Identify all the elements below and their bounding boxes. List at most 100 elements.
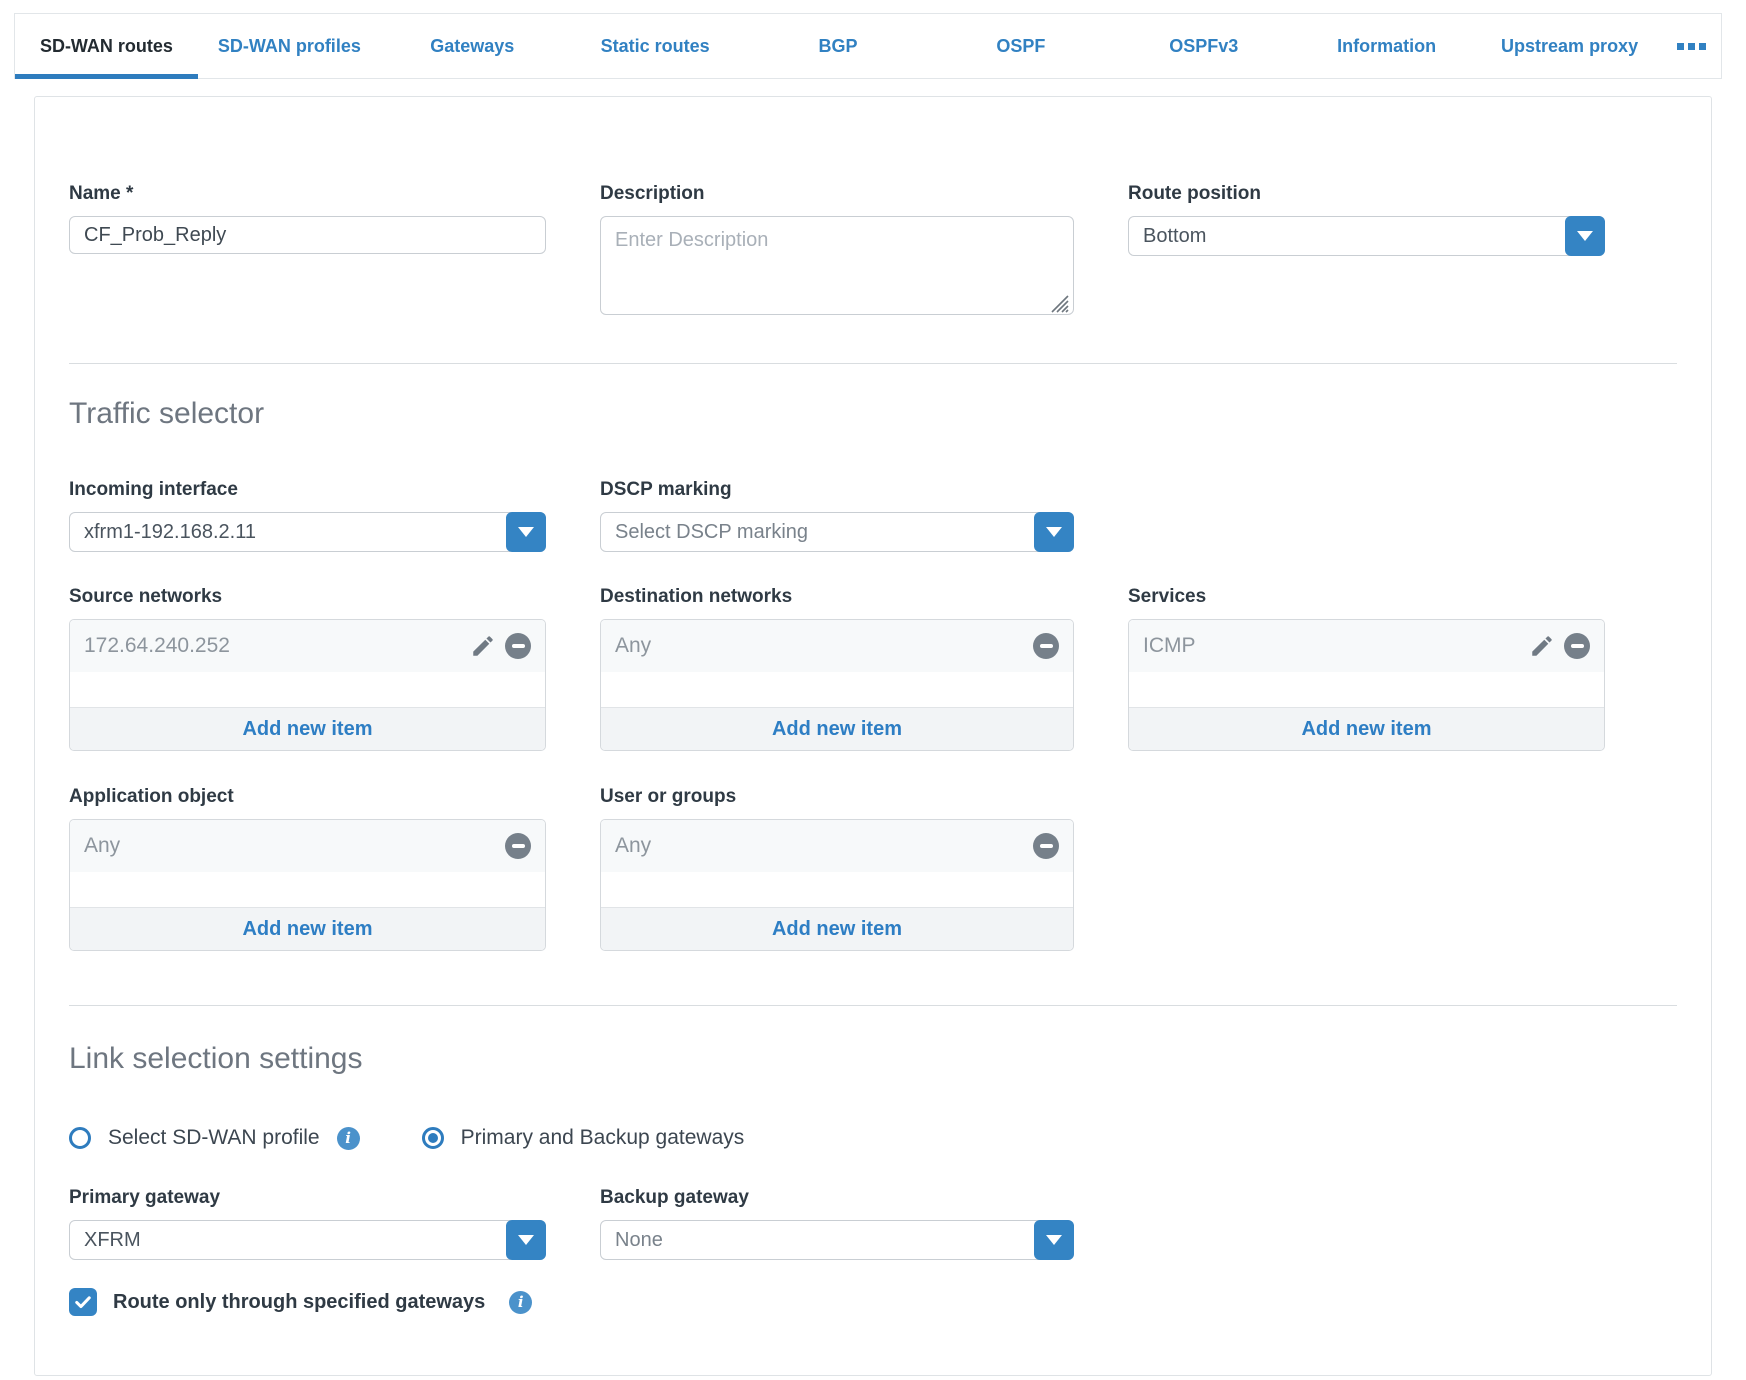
remove-item-icon[interactable] bbox=[1033, 633, 1059, 659]
list-item-text: Any bbox=[615, 634, 1033, 658]
tab-sdwan-profiles[interactable]: SD-WAN profiles bbox=[198, 14, 381, 78]
route-position-field-group: Route position Bottom bbox=[1128, 183, 1605, 256]
app-users-row: Application object Any Add new item User… bbox=[69, 786, 1677, 951]
destination-networks-panel: Any Add new item bbox=[600, 619, 1074, 751]
list-empty-space bbox=[70, 872, 545, 907]
tab-upstream-proxy[interactable]: Upstream proxy bbox=[1478, 14, 1661, 78]
add-new-item-button[interactable]: Add new item bbox=[601, 907, 1073, 950]
add-new-item-button[interactable]: Add new item bbox=[1129, 707, 1604, 750]
gateways-row: Primary gateway XFRM Backup gateway None bbox=[69, 1187, 1677, 1260]
list-item: 172.64.240.252 bbox=[70, 620, 545, 672]
primary-gateway-label: Primary gateway bbox=[69, 1187, 546, 1209]
description-field-group: Description bbox=[600, 183, 1074, 320]
more-tabs-ellipsis-icon[interactable] bbox=[1661, 14, 1721, 78]
source-networks-group: Source networks 172.64.240.252 Add new i… bbox=[69, 586, 546, 751]
remove-item-icon[interactable] bbox=[505, 833, 531, 859]
application-object-group: Application object Any Add new item bbox=[69, 786, 546, 951]
tab-information[interactable]: Information bbox=[1295, 14, 1478, 78]
tab-ospfv3[interactable]: OSPFv3 bbox=[1112, 14, 1295, 78]
tab-static-routes[interactable]: Static routes bbox=[564, 14, 747, 78]
name-label: Name * bbox=[69, 183, 546, 205]
incoming-interface-group: Incoming interface xfrm1-192.168.2.11 bbox=[69, 479, 546, 552]
backup-gateway-select[interactable]: None bbox=[600, 1220, 1074, 1260]
backup-gateway-label: Backup gateway bbox=[600, 1187, 1074, 1209]
info-icon[interactable]: i bbox=[509, 1291, 532, 1314]
dscp-marking-value: Select DSCP marking bbox=[615, 521, 808, 544]
primary-backup-gateways-radio[interactable] bbox=[422, 1127, 444, 1149]
source-networks-label: Source networks bbox=[69, 586, 546, 608]
backup-gateway-group: Backup gateway None bbox=[600, 1187, 1074, 1260]
user-or-groups-group: User or groups Any Add new item bbox=[600, 786, 1074, 951]
description-label: Description bbox=[600, 183, 1074, 205]
select-sdwan-profile-radio-label[interactable]: Select SD-WAN profile bbox=[108, 1126, 320, 1150]
incoming-interface-label: Incoming interface bbox=[69, 479, 546, 501]
dscp-marking-select[interactable]: Select DSCP marking bbox=[600, 512, 1074, 552]
info-icon[interactable]: i bbox=[337, 1127, 360, 1150]
primary-gateway-group: Primary gateway XFRM bbox=[69, 1187, 546, 1260]
name-field-group: Name * bbox=[69, 183, 546, 254]
networks-services-row: Source networks 172.64.240.252 Add new i… bbox=[69, 586, 1677, 751]
list-item-text: 172.64.240.252 bbox=[84, 634, 470, 658]
primary-gateway-select[interactable]: XFRM bbox=[69, 1220, 546, 1260]
chevron-down-icon[interactable] bbox=[1034, 512, 1074, 552]
incoming-interface-value: xfrm1-192.168.2.11 bbox=[84, 521, 256, 544]
remove-item-icon[interactable] bbox=[505, 633, 531, 659]
link-selection-title: Link selection settings bbox=[69, 1042, 1677, 1076]
chevron-down-icon[interactable] bbox=[1034, 1220, 1074, 1260]
tab-bar: SD-WAN routes SD-WAN profiles Gateways S… bbox=[14, 13, 1722, 79]
dscp-marking-group: DSCP marking Select DSCP marking bbox=[600, 479, 1074, 552]
list-item: Any bbox=[601, 620, 1073, 672]
list-item-text: Any bbox=[84, 834, 505, 858]
chevron-down-icon[interactable] bbox=[1565, 216, 1605, 256]
list-item: ICMP bbox=[1129, 620, 1604, 672]
add-new-item-button[interactable]: Add new item bbox=[601, 707, 1073, 750]
chevron-down-icon[interactable] bbox=[506, 512, 546, 552]
backup-gateway-value: None bbox=[615, 1229, 663, 1252]
list-empty-space bbox=[70, 672, 545, 707]
edit-pencil-icon[interactable] bbox=[1529, 633, 1555, 659]
traffic-selector-title: Traffic selector bbox=[69, 397, 1677, 431]
general-row: Name * Description Route position Bottom bbox=[69, 183, 1677, 320]
list-item-text: ICMP bbox=[1143, 634, 1529, 658]
list-item-text: Any bbox=[615, 834, 1033, 858]
list-empty-space bbox=[601, 872, 1073, 907]
add-new-item-button[interactable]: Add new item bbox=[70, 707, 545, 750]
route-only-checkbox-label[interactable]: Route only through specified gateways bbox=[113, 1291, 485, 1314]
tab-bgp[interactable]: BGP bbox=[747, 14, 930, 78]
tab-ospf[interactable]: OSPF bbox=[929, 14, 1112, 78]
tab-gateways[interactable]: Gateways bbox=[381, 14, 564, 78]
source-networks-panel: 172.64.240.252 Add new item bbox=[69, 619, 546, 751]
list-item: Any bbox=[601, 820, 1073, 872]
sdwan-route-form-card: Name * Description Route position Bottom… bbox=[34, 96, 1712, 1376]
user-or-groups-label: User or groups bbox=[600, 786, 1074, 808]
route-position-label: Route position bbox=[1128, 183, 1605, 205]
primary-backup-gateways-radio-label[interactable]: Primary and Backup gateways bbox=[461, 1126, 745, 1150]
incoming-interface-select[interactable]: xfrm1-192.168.2.11 bbox=[69, 512, 546, 552]
edit-pencil-icon[interactable] bbox=[470, 633, 496, 659]
interface-dscp-row: Incoming interface xfrm1-192.168.2.11 DS… bbox=[69, 479, 1677, 552]
section-divider bbox=[69, 363, 1677, 364]
chevron-down-icon[interactable] bbox=[506, 1220, 546, 1260]
services-group: Services ICMP Add new item bbox=[1128, 586, 1605, 751]
application-object-panel: Any Add new item bbox=[69, 819, 546, 951]
application-object-label: Application object bbox=[69, 786, 546, 808]
list-empty-space bbox=[1129, 672, 1604, 707]
primary-gateway-value: XFRM bbox=[84, 1229, 141, 1252]
add-new-item-button[interactable]: Add new item bbox=[70, 907, 545, 950]
name-input[interactable] bbox=[69, 216, 546, 254]
select-sdwan-profile-radio[interactable] bbox=[69, 1127, 91, 1149]
services-panel: ICMP Add new item bbox=[1128, 619, 1605, 751]
route-only-row: Route only through specified gateways i bbox=[69, 1288, 1677, 1316]
tab-sdwan-routes[interactable]: SD-WAN routes bbox=[15, 14, 198, 78]
route-position-value: Bottom bbox=[1143, 225, 1206, 248]
user-or-groups-panel: Any Add new item bbox=[600, 819, 1074, 951]
destination-networks-group: Destination networks Any Add new item bbox=[600, 586, 1074, 751]
description-textarea[interactable] bbox=[600, 216, 1074, 315]
remove-item-icon[interactable] bbox=[1033, 833, 1059, 859]
route-only-checkbox[interactable] bbox=[69, 1288, 97, 1316]
remove-item-icon[interactable] bbox=[1564, 633, 1590, 659]
dscp-marking-label: DSCP marking bbox=[600, 479, 1074, 501]
section-divider bbox=[69, 1005, 1677, 1006]
list-item: Any bbox=[70, 820, 545, 872]
route-position-select[interactable]: Bottom bbox=[1128, 216, 1605, 256]
